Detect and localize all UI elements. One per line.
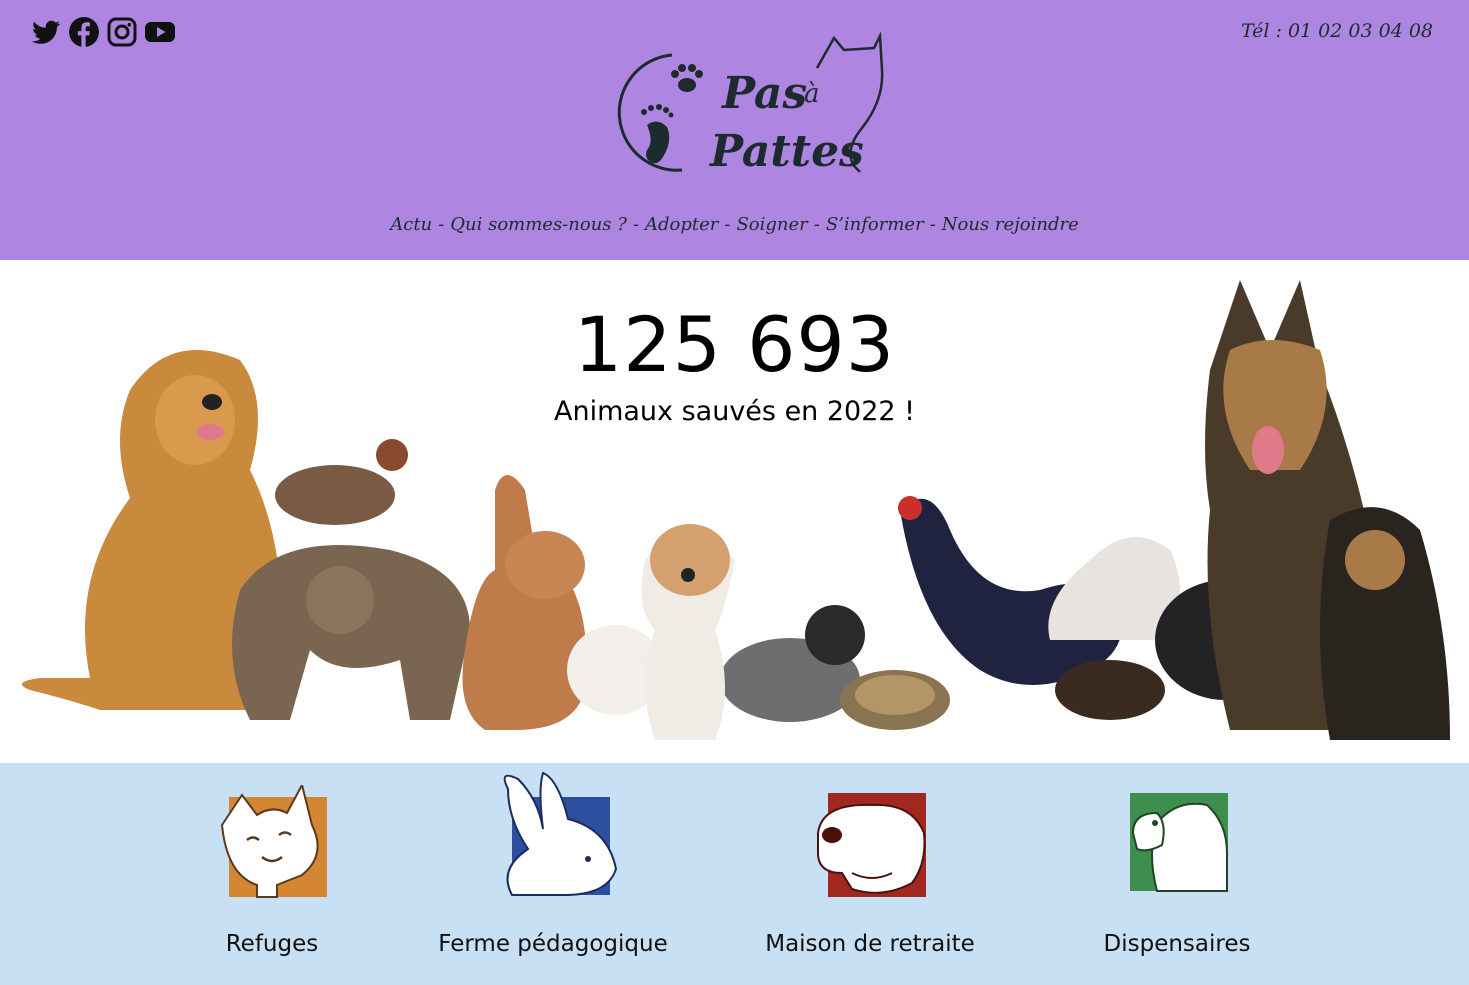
instagram-icon[interactable] — [106, 16, 138, 48]
twitter-icon[interactable] — [30, 16, 62, 48]
nav-separator: - — [929, 214, 936, 235]
phone-number: Tél : 01 02 03 04 08 — [1240, 20, 1433, 42]
chihuahua-image — [641, 524, 735, 740]
logo-text-pattes: Pattes — [708, 126, 864, 177]
nav-soigner[interactable]: Soigner — [736, 214, 807, 235]
guinea-pig-image — [1055, 660, 1165, 720]
service-label: Refuges — [225, 931, 319, 957]
nav-qui-sommes-nous[interactable]: Qui sommes-nous ? — [450, 214, 627, 235]
nav-nous-rejoindre[interactable]: Nous rejoindre — [942, 214, 1079, 235]
facebook-icon[interactable] — [68, 16, 100, 48]
shepherd-puppy-image — [1320, 507, 1450, 740]
quail-image — [275, 439, 408, 525]
pas-a-pattes-logo[interactable]: Pas à Pattes — [612, 30, 892, 180]
dog-icon — [817, 793, 926, 897]
main-nav: Actu - Qui sommes-nous ? - Adopter - Soigner - S… — [0, 214, 1469, 235]
logo-text-a: à — [804, 79, 820, 109]
nav-separator: - — [813, 214, 820, 235]
service-maison-de-retraite[interactable]: Maison de retraite — [720, 763, 1020, 985]
services-section: Refuges Ferme pédagogique Maison de retr… — [0, 763, 1469, 985]
service-label: Maison de retraite — [765, 931, 975, 957]
parrot-icon — [1130, 793, 1228, 892]
service-refuges[interactable]: Refuges — [122, 763, 422, 985]
tortoise-image — [840, 670, 950, 730]
cat-icon — [220, 785, 327, 898]
black-silkie-head-image — [805, 605, 865, 665]
social-links — [30, 16, 176, 48]
nav-s-informer[interactable]: S’informer — [826, 214, 924, 235]
nav-separator: - — [438, 214, 445, 235]
site-header: Tél : 01 02 03 04 08 Pas à Pattes Actu - Q… — [0, 0, 1469, 260]
service-label: Ferme pédagogique — [438, 931, 668, 957]
service-ferme-pedagogique[interactable]: Ferme pédagogique — [403, 763, 703, 985]
rabbit-icon — [503, 771, 618, 896]
logo-text-pas: Pas — [720, 68, 807, 119]
nav-separator: - — [632, 214, 639, 235]
nav-actu[interactable]: Actu — [390, 214, 432, 235]
rabbit-image — [462, 475, 587, 730]
youtube-icon[interactable] — [144, 16, 176, 48]
nav-adopter[interactable]: Adopter — [645, 214, 718, 235]
animals-saved-count: 125 693 — [573, 300, 896, 389]
service-label: Dispensaires — [1103, 931, 1251, 957]
hero-section: 125 693 Animaux sauvés en 2022 ! — [0, 260, 1469, 763]
tabby-cat-image — [232, 545, 470, 720]
nav-separator: - — [724, 214, 731, 235]
animals-saved-caption: Animaux sauvés en 2022 ! — [554, 396, 915, 427]
service-dispensaires[interactable]: Dispensaires — [1027, 763, 1327, 985]
